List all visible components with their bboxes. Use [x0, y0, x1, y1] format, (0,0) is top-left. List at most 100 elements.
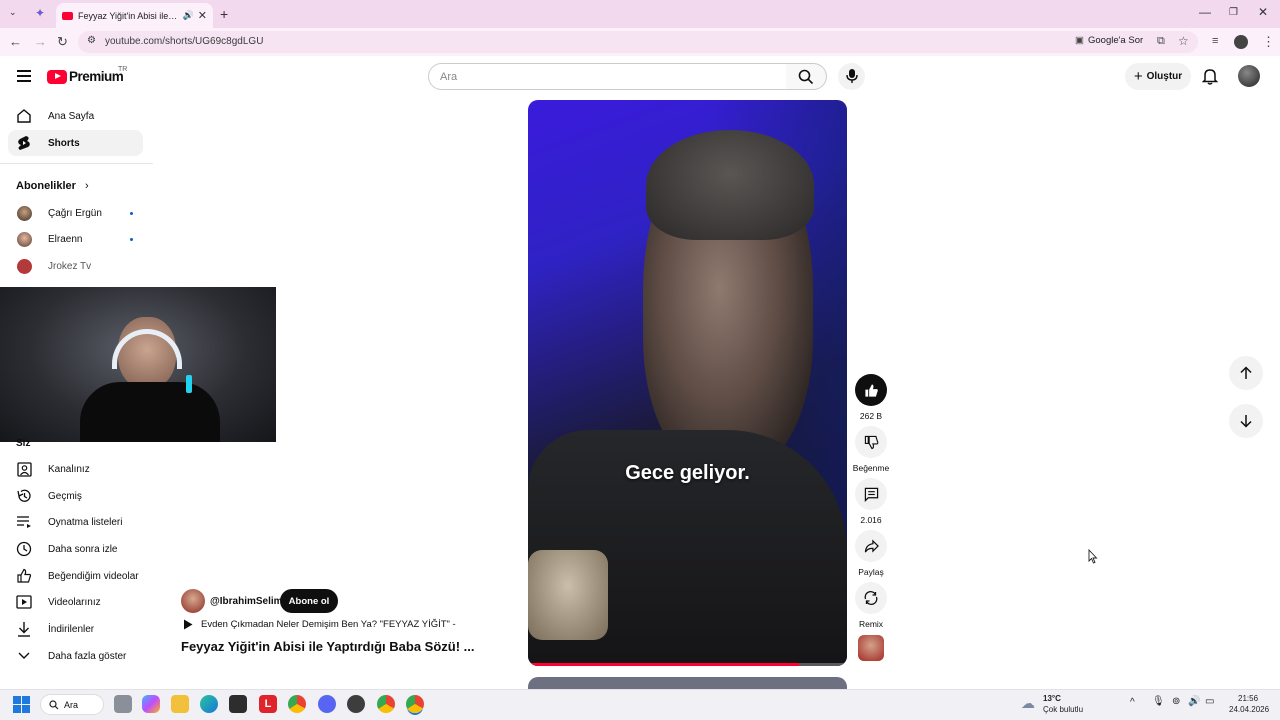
media-control-icon[interactable]: ≡	[1212, 35, 1218, 47]
task-view-icon[interactable]	[114, 695, 132, 713]
sidebar-item-shorts[interactable]: Shorts	[8, 130, 143, 156]
next-short-preview[interactable]	[528, 677, 847, 689]
bookmark-star-icon[interactable]: ☆	[1178, 34, 1189, 48]
install-icon[interactable]: ⧉	[1157, 35, 1165, 48]
playlist-link[interactable]: Evden Çıkmadan Neler Demişim Ben Ya? "FE…	[183, 619, 456, 630]
sidebar-item-label: Daha sonra izle	[48, 543, 118, 555]
sidebar-item-history[interactable]: Geçmiş	[8, 483, 143, 509]
channel-name[interactable]: @IbrahimSelim	[210, 596, 283, 607]
like-button[interactable]	[855, 374, 887, 406]
store-icon[interactable]	[229, 695, 247, 713]
audio-icon[interactable]: 🔊	[183, 10, 194, 21]
comment-button[interactable]	[855, 478, 887, 510]
tray-mic-icon[interactable]: 🎙	[1152, 696, 1165, 707]
chrome-active-icon[interactable]	[406, 695, 424, 713]
close-tab-icon[interactable]: ✕	[198, 9, 207, 22]
share-button[interactable]	[855, 530, 887, 562]
close-window-button[interactable]: ✕	[1258, 5, 1268, 19]
lens-icon: ▣	[1075, 35, 1084, 46]
tray-chevron-icon[interactable]: ^	[1130, 697, 1135, 708]
clock-date[interactable]: 24.04.2026	[1229, 705, 1269, 714]
account-avatar[interactable]	[1238, 65, 1260, 87]
remix-action[interactable]: Remix	[855, 582, 887, 629]
sidebar-item-downloads[interactable]: İndirilenler	[8, 616, 143, 642]
weather-desc[interactable]: Çok bulutlu	[1043, 705, 1083, 714]
youtube-premium-logo[interactable]: Premium TR	[47, 66, 127, 84]
create-button[interactable]: + Oluştur	[1125, 63, 1191, 90]
tray-volume-icon[interactable]: 🔊	[1188, 696, 1200, 707]
reload-icon[interactable]: ↻	[57, 34, 68, 50]
sound-source-avatar[interactable]	[858, 635, 884, 661]
sidebar-item-home[interactable]: Ana Sayfa	[8, 103, 143, 129]
google-lens-chip[interactable]: ▣ Google'a Sor	[1075, 35, 1143, 46]
remix-button[interactable]	[855, 582, 887, 614]
site-info-icon[interactable]: ⚙	[87, 35, 96, 46]
video-progress-bar[interactable]	[528, 663, 847, 666]
sidebar-item-channel[interactable]: Kanalınız	[8, 456, 143, 482]
new-tab-button[interactable]: +	[220, 6, 228, 22]
sidebar-item-playlists[interactable]: Oynatma listeleri	[8, 509, 143, 535]
search-button[interactable]	[786, 63, 827, 90]
sidebar-sub-elraenn[interactable]: Elraenn	[8, 226, 143, 252]
minimize-button[interactable]: —	[1199, 5, 1211, 19]
tray-battery-icon[interactable]: ▭	[1205, 696, 1214, 707]
dislike-button[interactable]	[855, 426, 887, 458]
video-title[interactable]: Feyyaz Yiğit'in Abisi ile Yaptırdığı Bab…	[181, 639, 475, 654]
subscriptions-title[interactable]: Abonelikler ›	[16, 180, 89, 192]
sidebar-item-liked[interactable]: Beğendiğim videolar	[8, 563, 143, 589]
menu-icon[interactable]	[17, 70, 31, 85]
dislike-action[interactable]: Beğenme	[853, 426, 889, 473]
browser-menu-icon[interactable]: ⋮	[1262, 34, 1275, 50]
voice-search-button[interactable]	[838, 63, 865, 90]
edge-icon[interactable]	[200, 695, 218, 713]
chrome-icon[interactable]	[288, 695, 306, 713]
video-progress-fill	[528, 663, 800, 666]
discord-icon[interactable]	[318, 695, 336, 713]
next-short-button[interactable]	[1229, 404, 1263, 438]
file-explorer-icon[interactable]	[171, 695, 189, 713]
youtube-logo-icon	[47, 69, 67, 84]
like-action[interactable]: 262 B	[855, 374, 887, 421]
share-action[interactable]: Paylaş	[855, 530, 887, 577]
you-title[interactable]: Siz	[16, 438, 30, 449]
previous-short-button[interactable]	[1229, 356, 1263, 390]
browser-tab[interactable]: Feyyaz Yiğit'in Abisi ile Yaptı 🔊 ✕	[56, 3, 213, 28]
comment-action[interactable]: 2.016	[855, 478, 887, 525]
profile-avatar[interactable]	[1234, 35, 1248, 49]
copilot-icon[interactable]	[142, 695, 160, 713]
sidebar-item-your-videos[interactable]: Videolarınız	[8, 589, 143, 615]
sidebar-item-label: Oynatma listeleri	[48, 516, 123, 528]
tab-search-icon[interactable]: ⌄	[9, 7, 17, 18]
notifications-bell-icon[interactable]	[1201, 67, 1219, 85]
thumbs-up-icon	[864, 383, 878, 397]
sidebar-item-watch-later[interactable]: Daha sonra izle	[8, 536, 143, 562]
sidebar-sub-jrokez[interactable]: Jrokez Tv	[8, 253, 143, 279]
gemini-icon[interactable]: ✦	[35, 6, 45, 20]
l-app-icon[interactable]: L	[259, 695, 277, 713]
subscribe-button[interactable]: Abone ol	[280, 589, 338, 613]
clock-time[interactable]: 21:56	[1238, 694, 1258, 703]
omnibox[interactable]: ⚙ youtube.com/shorts/UG69c8gdLGU	[78, 31, 1198, 53]
sidebar-divider	[0, 163, 153, 164]
sidebar-sub-cagri[interactable]: Çağrı Ergün	[8, 200, 143, 226]
channel-avatar	[16, 231, 32, 247]
tray-network-icon[interactable]: ⊚	[1172, 696, 1180, 707]
remix-label: Remix	[858, 619, 884, 629]
back-icon[interactable]: ←	[9, 34, 22, 49]
thumbs-down-icon	[864, 435, 878, 449]
restore-button[interactable]: ❐	[1229, 7, 1238, 18]
dislike-label: Beğenme	[852, 463, 890, 473]
channel-avatar[interactable]	[181, 589, 205, 613]
download-icon	[16, 621, 32, 637]
windows-start-icon[interactable]	[13, 696, 30, 713]
forward-icon[interactable]: →	[34, 34, 47, 49]
weather-temp[interactable]: 13°C	[1043, 694, 1061, 703]
sidebar-item-show-more[interactable]: Daha fazla göster	[8, 643, 143, 669]
chrome-profile-icon[interactable]	[377, 695, 395, 713]
taskbar-search[interactable]: Ara	[40, 694, 104, 715]
search-input[interactable]: Ara	[428, 63, 787, 90]
obs-icon[interactable]	[347, 695, 365, 713]
shorts-video-player[interactable]: Gece geliyor.	[528, 100, 847, 666]
video-cup	[528, 550, 608, 640]
webcam-overlay	[0, 287, 276, 442]
